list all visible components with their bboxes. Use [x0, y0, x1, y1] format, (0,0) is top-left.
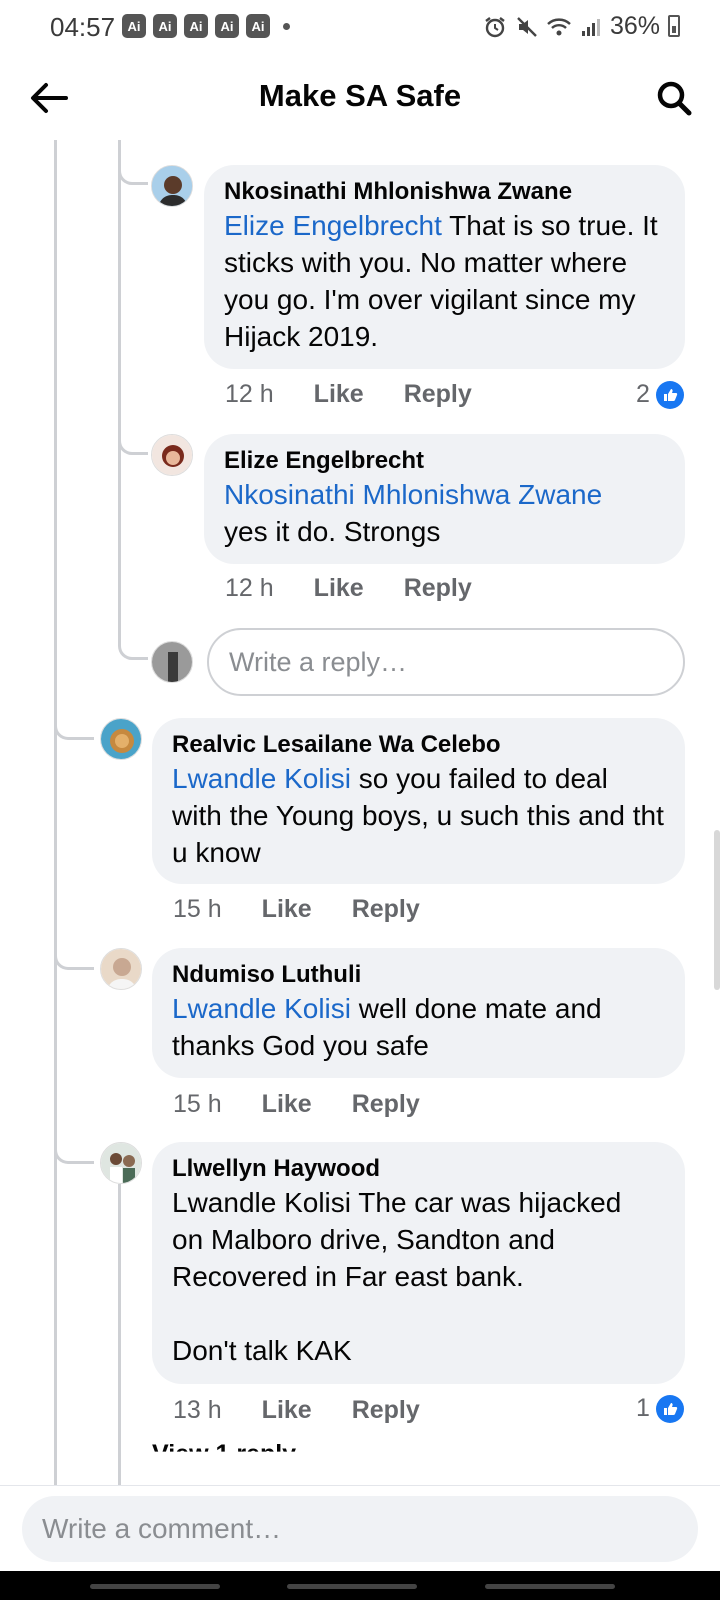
thread-branch: [54, 950, 94, 970]
like-button[interactable]: Like: [262, 895, 312, 924]
comment-time[interactable]: 12 h: [225, 380, 274, 409]
ai-notification-icon: Ai: [153, 14, 177, 38]
comments-list[interactable]: Nkosinathi Mhlonishwa Zwane Elize Engelb…: [0, 140, 720, 1485]
mute-icon: [514, 14, 540, 40]
app-header: Make SA Safe: [0, 56, 720, 140]
reaction-count[interactable]: 1: [636, 1394, 684, 1423]
comment-actions: 12 h Like Reply: [225, 380, 512, 409]
ai-notification-icon: Ai: [246, 14, 270, 38]
thread-branch: [54, 720, 94, 740]
nested-thread-line: [118, 1184, 121, 1485]
status-bar: 04:57 Ai Ai Ai Ai Ai 36%: [0, 0, 720, 52]
comment-time[interactable]: 15 h: [173, 1090, 222, 1119]
comment-input[interactable]: Write a comment…: [22, 1496, 698, 1562]
back-nav-button[interactable]: [485, 1584, 615, 1589]
comment-author[interactable]: Realvic Lesailane Wa Celebo: [172, 730, 665, 760]
comment-time[interactable]: 15 h: [173, 895, 222, 924]
mention-link[interactable]: Elize Engelbrecht: [224, 210, 442, 241]
comment-text: Elize Engelbrecht That is so true. It st…: [224, 210, 658, 352]
comment-time[interactable]: 13 h: [173, 1396, 222, 1425]
comment-author[interactable]: Elize Engelbrecht: [224, 446, 665, 476]
like-button[interactable]: Like: [314, 574, 364, 603]
ai-notification-icon: Ai: [184, 14, 208, 38]
comment-text: Lwandle Kolisi well done mate and thanks…: [172, 993, 602, 1061]
reply-button[interactable]: Reply: [404, 574, 472, 603]
comment-bubble[interactable]: Realvic Lesailane Wa Celebo Lwandle Koli…: [152, 718, 685, 884]
comment-author[interactable]: Llwellyn Haywood: [172, 1154, 665, 1184]
search-button[interactable]: [652, 76, 696, 120]
search-icon: [657, 81, 692, 116]
comment-author[interactable]: Ndumiso Luthuli: [172, 960, 665, 990]
scrollbar-thumb[interactable]: [714, 830, 720, 990]
comment-actions: 12 h Like Reply: [225, 574, 512, 603]
status-time: 04:57: [50, 12, 116, 42]
reply-input[interactable]: Write a reply…: [207, 628, 685, 696]
comment-bubble[interactable]: Nkosinathi Mhlonishwa Zwane Elize Engelb…: [204, 165, 685, 369]
thread-line: [54, 140, 57, 1485]
more-notifications-dot: [283, 22, 290, 30]
battery-icon: [668, 15, 680, 37]
avatar[interactable]: [151, 165, 193, 207]
comment-author[interactable]: Nkosinathi Mhlonishwa Zwane: [224, 177, 665, 207]
page-title: Make SA Safe: [258, 78, 462, 113]
thread-branch: [118, 155, 148, 185]
like-reaction-icon: [655, 1394, 684, 1423]
avatar[interactable]: [100, 948, 142, 990]
comment-composer: Write a comment…: [0, 1485, 720, 1571]
ai-notification-icon: Ai: [122, 14, 146, 38]
comment-actions: 15 h Like Reply: [173, 895, 460, 924]
comment-text: Lwandle Kolisi The car was hijacked on M…: [172, 1187, 622, 1366]
system-nav-bar: [0, 1571, 720, 1600]
ai-notification-icon: Ai: [215, 14, 239, 38]
comment-text: Nkosinathi Mhlonishwa Zwane yes it do. St…: [224, 479, 603, 547]
mention-link[interactable]: Nkosinathi Mhlonishwa Zwane: [224, 479, 602, 510]
thread-branch: [118, 635, 148, 660]
current-user-avatar: [151, 641, 193, 683]
nested-thread-line: [118, 140, 121, 645]
thread-branch: [54, 1144, 94, 1164]
comment-actions: 15 h Like Reply: [173, 1090, 460, 1119]
reply-button[interactable]: Reply: [352, 895, 420, 924]
avatar[interactable]: [151, 434, 193, 476]
recents-button[interactable]: [90, 1584, 220, 1589]
thread-branch: [118, 430, 148, 455]
comment-bubble[interactable]: Llwellyn Haywood Lwandle Kolisi The car …: [152, 1142, 685, 1384]
comment-time[interactable]: 12 h: [225, 574, 274, 603]
avatar[interactable]: [100, 1142, 142, 1184]
like-button[interactable]: Like: [262, 1090, 312, 1119]
reply-button[interactable]: Reply: [404, 380, 472, 409]
reply-button[interactable]: Reply: [352, 1090, 420, 1119]
reaction-count[interactable]: 2: [636, 380, 684, 409]
like-button[interactable]: Like: [262, 1396, 312, 1425]
comment-text: Lwandle Kolisi so you failed to deal wit…: [172, 763, 664, 868]
comment-bubble[interactable]: Ndumiso Luthuli Lwandle Kolisi well done…: [152, 948, 685, 1078]
like-reaction-icon: [655, 380, 684, 409]
mention-link[interactable]: Lwandle Kolisi: [172, 993, 351, 1024]
reply-button[interactable]: Reply: [352, 1396, 420, 1425]
status-icons: 36%: [482, 12, 660, 41]
home-button[interactable]: [287, 1584, 417, 1589]
comment-actions: 13 h Like Reply: [173, 1396, 460, 1425]
alarm-icon: [482, 14, 508, 40]
comment-bubble[interactable]: Elize Engelbrecht Nkosinathi Mhlonishwa …: [204, 434, 685, 564]
like-button[interactable]: Like: [314, 380, 364, 409]
mention-link[interactable]: Lwandle Kolisi: [172, 763, 351, 794]
signal-icon: [578, 14, 604, 40]
wifi-icon: [546, 14, 572, 40]
notification-badges: Ai Ai Ai Ai Ai: [122, 14, 290, 38]
avatar[interactable]: [100, 718, 142, 760]
battery-percent: 36%: [609, 12, 660, 40]
